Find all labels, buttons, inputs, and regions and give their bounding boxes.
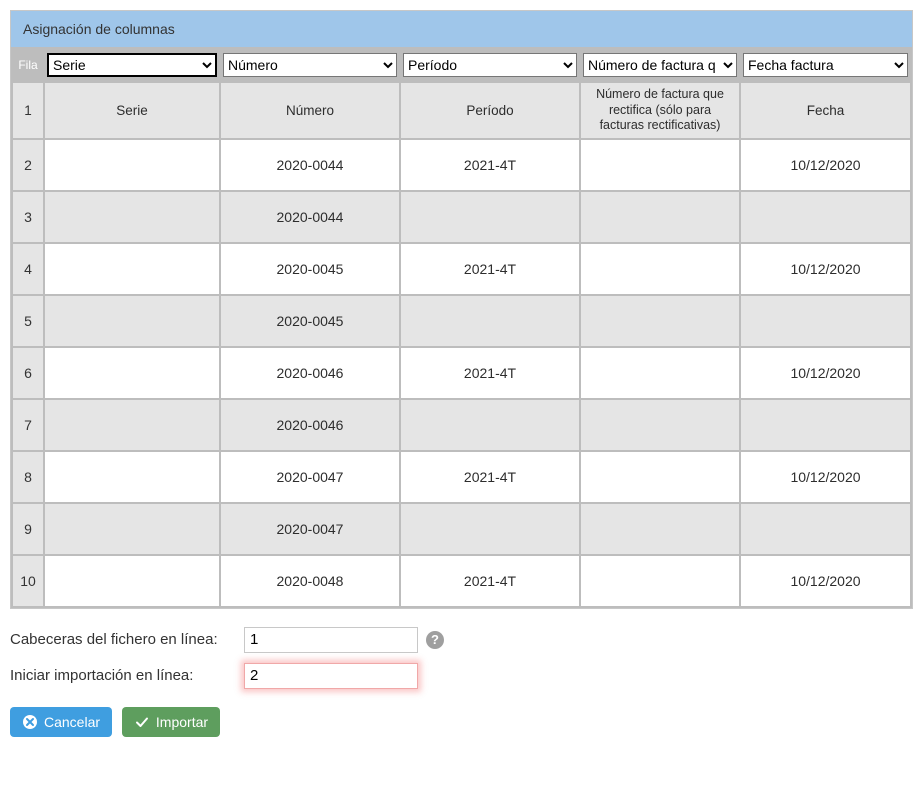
import-button-label: Importar: [156, 714, 208, 730]
cell-numero: 2020-0045: [221, 296, 399, 346]
close-circle-icon: [22, 714, 38, 730]
cell-serie: Serie: [45, 83, 219, 138]
cell-fecha: [741, 192, 910, 242]
cell-fecha: [741, 296, 910, 346]
cell-fecha: 10/12/2020: [741, 556, 910, 606]
action-buttons: Cancelar Importar: [10, 707, 913, 737]
cell-serie: [45, 556, 219, 606]
cell-serie: [45, 452, 219, 502]
cancel-button[interactable]: Cancelar: [10, 707, 112, 737]
preview-table: Fila Serie Número Período: [11, 47, 912, 608]
cell-rect: [581, 140, 739, 190]
cell-periodo: 2021-4T: [401, 556, 579, 606]
cell-serie: [45, 296, 219, 346]
cell-fecha: [741, 400, 910, 450]
cell-periodo: 2021-4T: [401, 348, 579, 398]
cell-serie: [45, 348, 219, 398]
cell-rect: [581, 400, 739, 450]
cell-rect: [581, 348, 739, 398]
cell-periodo: 2021-4T: [401, 244, 579, 294]
start-line-input[interactable]: [244, 663, 418, 689]
row-number: 4: [13, 244, 43, 294]
cell-fecha: Fecha: [741, 83, 910, 138]
cell-rect: [581, 556, 739, 606]
header-fila: Fila: [13, 49, 43, 81]
row-number: 8: [13, 452, 43, 502]
cell-rect: [581, 192, 739, 242]
row-number: 10: [13, 556, 43, 606]
cell-rect: [581, 452, 739, 502]
panel-title: Asignación de columnas: [11, 11, 912, 47]
cell-serie: [45, 140, 219, 190]
cell-numero: Número: [221, 83, 399, 138]
cell-numero: 2020-0048: [221, 556, 399, 606]
cell-fecha: 10/12/2020: [741, 452, 910, 502]
import-options: Cabeceras del fichero en línea: ? Inicia…: [10, 627, 913, 689]
row-number: 6: [13, 348, 43, 398]
cell-numero: 2020-0045: [221, 244, 399, 294]
cell-periodo: [401, 504, 579, 554]
column-select-serie[interactable]: Serie: [47, 53, 217, 77]
cell-fecha: 10/12/2020: [741, 140, 910, 190]
cell-fecha: 10/12/2020: [741, 348, 910, 398]
header-line-input[interactable]: [244, 627, 418, 653]
cell-fecha: 10/12/2020: [741, 244, 910, 294]
cell-fecha: [741, 504, 910, 554]
cell-rect: [581, 244, 739, 294]
cell-numero: 2020-0044: [221, 140, 399, 190]
cell-numero: 2020-0047: [221, 504, 399, 554]
row-number: 5: [13, 296, 43, 346]
check-icon: [134, 714, 150, 730]
row-number: 7: [13, 400, 43, 450]
cell-numero: 2020-0044: [221, 192, 399, 242]
cell-periodo: [401, 296, 579, 346]
row-number: 3: [13, 192, 43, 242]
cell-serie: [45, 400, 219, 450]
start-line-label: Iniciar importación en línea:: [10, 667, 244, 684]
column-select-fecha[interactable]: Fecha factura: [743, 53, 908, 77]
column-select-numero[interactable]: Número: [223, 53, 397, 77]
cell-serie: [45, 244, 219, 294]
cell-rect: [581, 504, 739, 554]
row-number: 9: [13, 504, 43, 554]
cell-rect: Número de factura que rectifica (sólo pa…: [581, 83, 739, 138]
cell-periodo: [401, 192, 579, 242]
cell-serie: [45, 192, 219, 242]
import-button[interactable]: Importar: [122, 707, 220, 737]
header-line-label: Cabeceras del fichero en línea:: [10, 631, 244, 648]
cell-numero: 2020-0047: [221, 452, 399, 502]
cell-rect: [581, 296, 739, 346]
column-select-rectifica[interactable]: Número de factura q: [583, 53, 737, 77]
cell-periodo: [401, 400, 579, 450]
row-number: 2: [13, 140, 43, 190]
cell-numero: 2020-0046: [221, 348, 399, 398]
cell-periodo: Período: [401, 83, 579, 138]
row-number: 1: [13, 83, 43, 138]
preview-tbody: 1 Serie Número Período Número de factura…: [13, 83, 910, 606]
column-assignment-panel: Asignación de columnas Fila Serie Número: [10, 10, 913, 609]
column-select-periodo[interactable]: Período: [403, 53, 577, 77]
cell-numero: 2020-0046: [221, 400, 399, 450]
cell-periodo: 2021-4T: [401, 452, 579, 502]
cancel-button-label: Cancelar: [44, 714, 100, 730]
cell-serie: [45, 504, 219, 554]
cell-periodo: 2021-4T: [401, 140, 579, 190]
help-icon[interactable]: ?: [426, 631, 444, 649]
